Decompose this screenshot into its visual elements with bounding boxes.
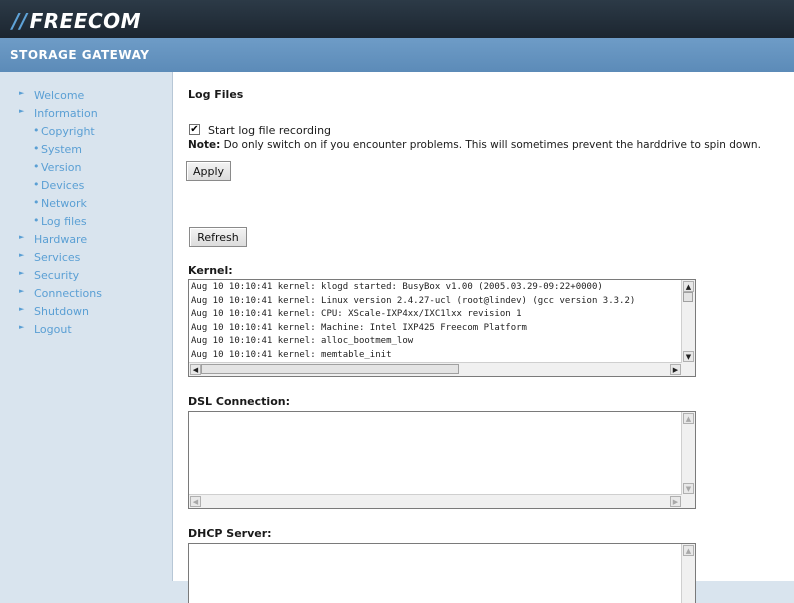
triangle-right-icon: ► bbox=[19, 305, 25, 313]
note-label: Note: bbox=[188, 139, 221, 151]
sidebar-item-label: Copyright bbox=[41, 125, 95, 138]
sidebar-item-label: Log files bbox=[41, 215, 87, 228]
sidebar-item-label: System bbox=[41, 143, 83, 156]
triangle-right-icon: ► bbox=[19, 233, 25, 241]
sidebar-item-label: Devices bbox=[41, 179, 85, 192]
sidebar-nav: ► Welcome ► Information • Copyright • System • Ve… bbox=[0, 72, 172, 581]
sidebar-item-system[interactable]: • System bbox=[0, 141, 172, 159]
sidebar-item-label: Information bbox=[34, 107, 98, 120]
top-header-bar: //FREECOM bbox=[0, 0, 794, 38]
bullet-icon: • bbox=[33, 142, 40, 155]
kernel-horizontal-thumb[interactable] bbox=[201, 364, 459, 374]
dsl-horizontal-scrollbar[interactable]: ◀ ▶ bbox=[189, 494, 682, 508]
product-name: STORAGE GATEWAY bbox=[10, 48, 150, 62]
sidebar-item-shutdown[interactable]: ► Shutdown bbox=[0, 303, 172, 321]
kernel-vertical-scrollbar[interactable]: ▲ ▼ bbox=[681, 280, 695, 363]
kernel-log-line: Aug 10 10:10:41 kernel: Machine: Intel I… bbox=[191, 322, 527, 333]
sidebar-item-log-files[interactable]: • Log files bbox=[0, 213, 172, 231]
kernel-log-line: Aug 10 10:10:41 kernel: Linux version 2.… bbox=[191, 295, 636, 306]
product-bar: STORAGE GATEWAY bbox=[0, 38, 794, 72]
sidebar-item-copyright[interactable]: • Copyright bbox=[0, 123, 172, 141]
sidebar-item-hardware[interactable]: ► Hardware bbox=[0, 231, 172, 249]
bullet-icon: • bbox=[33, 214, 40, 227]
scroll-left-icon[interactable]: ◀ bbox=[190, 496, 201, 507]
sidebar-item-label: Welcome bbox=[34, 89, 85, 102]
scroll-down-icon[interactable]: ▼ bbox=[683, 351, 694, 362]
sidebar-item-information[interactable]: ► Information bbox=[0, 105, 172, 123]
dsl-log-box[interactable]: ▲ ▼ ◀ ▶ bbox=[188, 411, 696, 509]
sidebar-item-network[interactable]: • Network bbox=[0, 195, 172, 213]
kernel-vertical-thumb[interactable] bbox=[683, 292, 693, 302]
kernel-log-line: Aug 10 10:10:41 kernel: klogd started: B… bbox=[191, 282, 603, 292]
dsl-connection-label: DSL Connection: bbox=[188, 395, 290, 408]
sidebar-item-connections[interactable]: ► Connections bbox=[0, 285, 172, 303]
kernel-log-box[interactable]: Aug 10 10:10:41 kernel: klogd started: B… bbox=[188, 279, 696, 377]
sidebar-item-label: Connections bbox=[34, 287, 102, 300]
sidebar-item-devices[interactable]: • Devices bbox=[0, 177, 172, 195]
bullet-icon: • bbox=[33, 160, 40, 173]
refresh-button[interactable]: Refresh bbox=[189, 227, 247, 247]
note-body: Do only switch on if you encounter probl… bbox=[220, 139, 761, 151]
sidebar-item-logout[interactable]: ► Logout bbox=[0, 321, 172, 339]
sidebar-item-welcome[interactable]: ► Welcome bbox=[0, 87, 172, 105]
scroll-right-icon[interactable]: ▶ bbox=[670, 496, 681, 507]
scroll-corner bbox=[682, 495, 695, 508]
kernel-log-line: Aug 10 10:10:41 kernel: CPU: XScale-IXP4… bbox=[191, 309, 522, 319]
kernel-log-line: Aug 10 10:10:41 kernel: alloc_bootmem_lo… bbox=[191, 336, 414, 346]
bullet-icon: • bbox=[33, 196, 40, 209]
triangle-right-icon: ► bbox=[19, 323, 25, 331]
dhcp-log-box[interactable]: ▲ bbox=[188, 543, 696, 603]
bullet-icon: • bbox=[33, 124, 40, 137]
kernel-log-line: Aug 10 10:10:41 kernel: memtable_init bbox=[191, 349, 392, 360]
sidebar-item-services[interactable]: ► Services bbox=[0, 249, 172, 267]
sidebar-item-label: Logout bbox=[34, 323, 72, 336]
sidebar-item-label: Version bbox=[41, 161, 82, 174]
freecom-logo: //FREECOM bbox=[12, 9, 142, 33]
apply-button[interactable]: Apply bbox=[186, 161, 231, 181]
kernel-horizontal-scrollbar[interactable]: ◀ ▶ bbox=[189, 362, 682, 376]
scroll-down-icon[interactable]: ▼ bbox=[683, 483, 694, 494]
sidebar-item-label: Network bbox=[41, 197, 87, 210]
kernel-log-lines: Aug 10 10:10:41 kernel: klogd started: B… bbox=[191, 281, 681, 362]
triangle-right-icon: ► bbox=[19, 89, 25, 97]
kernel-label: Kernel: bbox=[188, 264, 233, 277]
sidebar-item-version[interactable]: • Version bbox=[0, 159, 172, 177]
scroll-right-icon[interactable]: ▶ bbox=[670, 364, 681, 375]
sidebar-item-label: Services bbox=[34, 251, 81, 264]
sidebar-item-security[interactable]: ► Security bbox=[0, 267, 172, 285]
scroll-up-icon[interactable]: ▲ bbox=[683, 545, 694, 556]
dhcp-vertical-scrollbar[interactable]: ▲ bbox=[681, 544, 695, 603]
scroll-up-icon[interactable]: ▲ bbox=[683, 413, 694, 424]
sidebar-item-label: Shutdown bbox=[34, 305, 89, 318]
page-title: Log Files bbox=[188, 88, 244, 101]
bullet-icon: • bbox=[33, 178, 40, 191]
dsl-vertical-scrollbar[interactable]: ▲ ▼ bbox=[681, 412, 695, 495]
sidebar-item-label: Security bbox=[34, 269, 80, 282]
scroll-corner bbox=[682, 363, 695, 376]
sidebar-item-label: Hardware bbox=[34, 233, 88, 246]
dhcp-server-label: DHCP Server: bbox=[188, 527, 272, 540]
triangle-right-icon: ► bbox=[19, 287, 25, 295]
triangle-right-icon: ► bbox=[19, 107, 25, 115]
check-icon: ✔ bbox=[190, 124, 199, 135]
main-content: Log Files ✔ Start log file recording Not… bbox=[173, 72, 794, 603]
scroll-up-icon[interactable]: ▲ bbox=[683, 281, 694, 292]
triangle-right-icon: ► bbox=[19, 269, 25, 277]
triangle-right-icon: ► bbox=[19, 251, 25, 259]
log-recording-checkbox[interactable]: ✔ bbox=[189, 124, 200, 135]
note-text: Note: Do only switch on if you encounter… bbox=[188, 139, 761, 151]
log-recording-label: Start log file recording bbox=[208, 124, 332, 137]
scroll-left-icon[interactable]: ◀ bbox=[190, 364, 201, 375]
